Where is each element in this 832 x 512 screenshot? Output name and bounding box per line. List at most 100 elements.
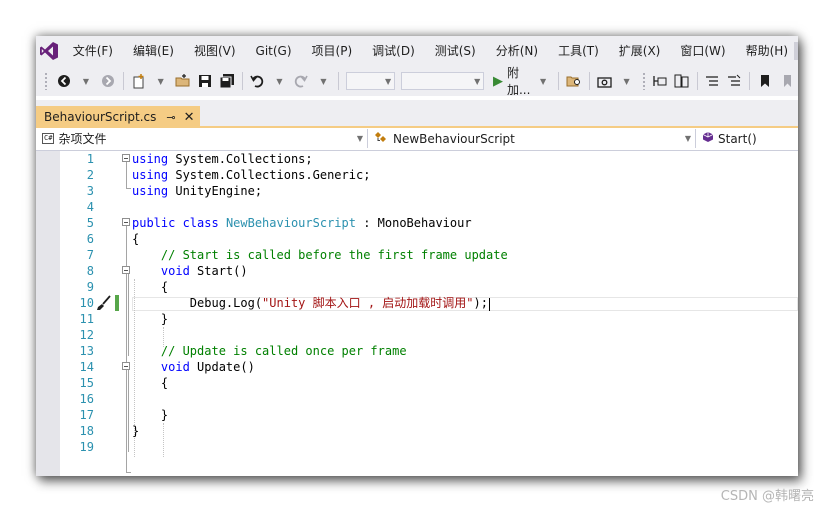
comment-lines-icon[interactable] (703, 70, 721, 92)
code-line[interactable]: 1 using System.Collections; (36, 151, 798, 167)
line-number: 7 (86, 248, 94, 262)
collapse-icon[interactable] (122, 266, 130, 274)
menu-file[interactable]: 文件(F) (63, 36, 123, 66)
redo-dropdown-icon[interactable]: ▼ (314, 70, 332, 92)
back-navigate-icon[interactable] (55, 70, 73, 92)
menu-view[interactable]: 视图(V) (184, 36, 246, 66)
project-dropdown-value: 杂项文件 (58, 132, 107, 146)
member-dropdown[interactable]: Start() (696, 129, 798, 148)
close-icon[interactable]: ✕ (184, 110, 195, 125)
toolbar-grip[interactable] (44, 72, 47, 90)
forward-navigate-icon[interactable] (99, 70, 117, 92)
undo-dropdown-icon[interactable]: ▼ (270, 70, 288, 92)
code-line[interactable]: 13 // Update is called once per frame (36, 343, 798, 359)
code-line[interactable]: 19 (36, 439, 798, 455)
code-line[interactable]: 11 } (36, 311, 798, 327)
code-line[interactable]: 18} (36, 423, 798, 439)
undo-icon[interactable] (248, 70, 266, 92)
class-view-icon[interactable] (673, 70, 691, 92)
line-number: 10 (79, 296, 94, 310)
find-in-files-icon[interactable] (565, 70, 583, 92)
code-token: // Update is called once per frame (160, 344, 407, 358)
outline-region-end (126, 472, 131, 473)
code-token: { (132, 280, 169, 294)
code-token: void (160, 360, 190, 374)
code-line[interactable]: 7 // Start is called before the first fr… (36, 247, 798, 263)
code-line[interactable]: 16 (36, 391, 798, 407)
bookmark-icon[interactable] (756, 70, 774, 92)
code-line[interactable]: 8 void Start() (36, 263, 798, 279)
open-folder-icon[interactable] (174, 70, 192, 92)
toolbar-separator (338, 72, 340, 90)
overflow-dropdown-icon[interactable]: ▼ (618, 70, 636, 92)
line-number: 3 (86, 184, 94, 198)
menu-test[interactable]: 测试(S) (425, 36, 486, 66)
menu-extensions[interactable]: 扩展(X) (609, 36, 671, 66)
line-number: 5 (86, 216, 94, 230)
code-line[interactable]: 12 (36, 327, 798, 343)
line-number: 6 (86, 232, 94, 246)
code-text: using System.Collections.Generic; (132, 167, 370, 183)
save-all-icon[interactable] (218, 70, 236, 92)
uncomment-lines-icon[interactable] (725, 70, 743, 92)
code-line[interactable]: 5 public class NewBehaviourScript : MonoB… (36, 215, 798, 231)
code-line[interactable]: 3 using UnityEngine; (36, 183, 798, 199)
menu-help[interactable]: 帮助(H) (736, 36, 798, 66)
code-token: } (132, 312, 169, 326)
menu-git[interactable]: Git(G) (246, 36, 302, 66)
menu-window[interactable]: 窗口(W) (670, 36, 735, 66)
tab-label: BehaviourScript.cs (44, 110, 157, 124)
type-dropdown[interactable]: NewBehaviourScript ▼ (368, 129, 696, 148)
attach-run-button[interactable]: ▶ 附加... (493, 66, 530, 97)
menu-analyze[interactable]: 分析(N) (486, 36, 548, 66)
screenshot-camera-icon[interactable] (596, 70, 614, 92)
document-tab-strip: BehaviourScript.cs ⊸ ✕ (36, 100, 798, 128)
pin-icon[interactable]: ⊸ (166, 111, 175, 124)
redo-icon[interactable] (292, 70, 310, 92)
menu-project[interactable]: 项目(P) (302, 36, 363, 66)
line-number: 16 (79, 392, 94, 406)
navigation-bar: C# 杂项文件 ▼ NewBehaviourScript ▼ Start() (36, 128, 798, 151)
solution-configuration-combo[interactable]: ▼ (346, 72, 396, 90)
project-dropdown[interactable]: C# 杂项文件 ▼ (36, 129, 368, 148)
back-dropdown-icon[interactable]: ▼ (77, 70, 95, 92)
line-number: 11 (79, 312, 94, 326)
code-text: void Update() (132, 359, 255, 375)
code-token: } (132, 408, 169, 422)
collapse-icon[interactable] (122, 218, 130, 226)
member-dropdown-value: Start() (718, 131, 757, 146)
code-line[interactable]: 15 { (36, 375, 798, 391)
toolbar-grip[interactable] (641, 72, 645, 90)
collapse-icon[interactable] (122, 362, 130, 370)
code-line[interactable]: 17 } (36, 407, 798, 423)
tab-behaviourscript[interactable]: BehaviourScript.cs ⊸ ✕ (36, 106, 201, 128)
new-project-icon[interactable] (130, 70, 148, 92)
code-token: System.Collections.Generic; (168, 168, 371, 182)
previous-bookmark-icon[interactable] (778, 70, 796, 92)
code-editor[interactable]: 1 using System.Collections; 2 using System.… (36, 151, 798, 476)
code-text: { (132, 279, 168, 295)
chevron-down-icon: ▼ (356, 134, 363, 143)
code-line[interactable]: 2 using System.Collections.Generic; (36, 167, 798, 183)
new-project-dropdown-icon[interactable]: ▼ (152, 70, 170, 92)
code-line[interactable]: 6{ (36, 231, 798, 247)
code-line[interactable]: 4 (36, 199, 798, 215)
menu-debug[interactable]: 调试(D) (362, 36, 425, 66)
visual-studio-logo-icon[interactable] (36, 36, 63, 66)
menu-edit[interactable]: 编辑(E) (123, 36, 184, 66)
code-line[interactable]: 9 { (36, 279, 798, 295)
line-number: 17 (79, 408, 94, 422)
save-icon[interactable] (196, 70, 214, 92)
solution-platform-combo[interactable]: ▼ (401, 72, 485, 90)
code-line[interactable]: 10 Debug.Log("Unity 脚本入口 , 启动加载时调用"); (36, 295, 798, 311)
collapse-icon[interactable] (122, 154, 130, 162)
code-line[interactable]: 14 void Update() (36, 359, 798, 375)
step-into-icon[interactable] (651, 70, 669, 92)
code-text: Debug.Log("Unity 脚本入口 , 启动加载时调用"); (132, 295, 488, 311)
standard-toolbar: ▼ ▼ ▼ ▼ ▼ ▼ ▶ 附加... ▼ ▼ (36, 66, 798, 97)
menu-tools[interactable]: 工具(T) (548, 36, 609, 66)
attach-run-dropdown-icon[interactable]: ▼ (534, 70, 552, 92)
